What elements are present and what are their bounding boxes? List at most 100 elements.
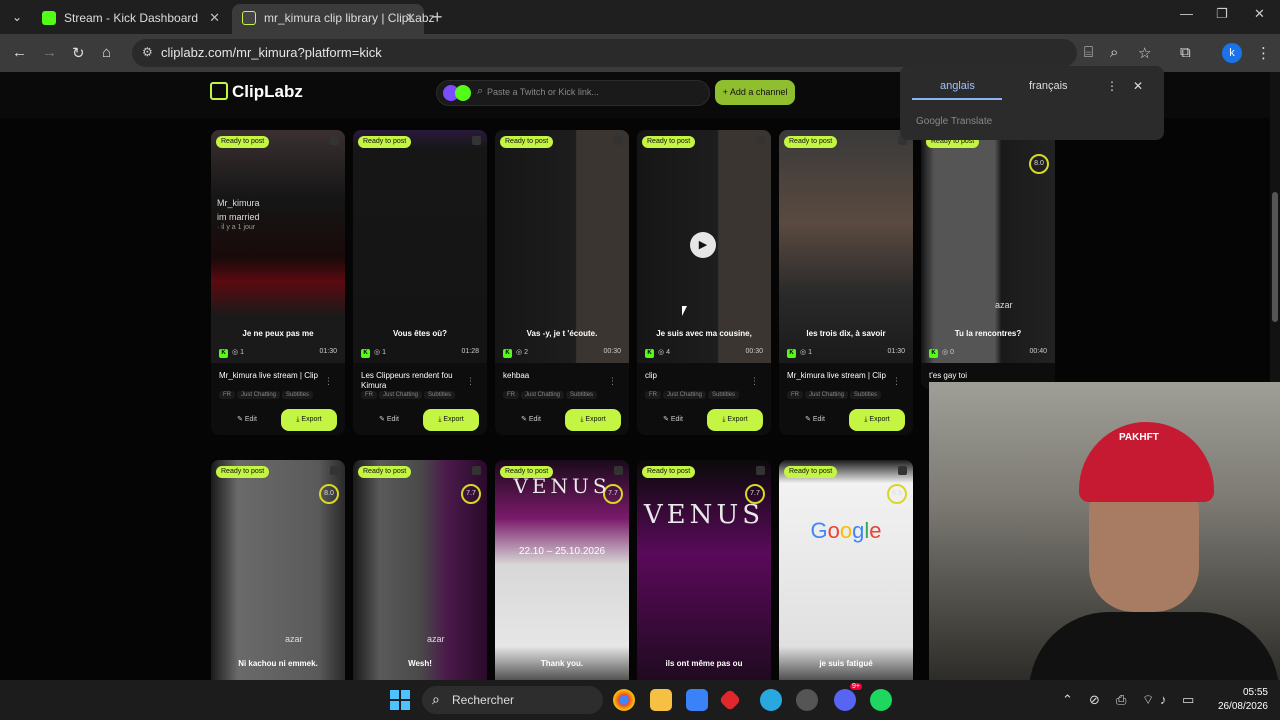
select-checkbox[interactable] [614, 136, 623, 145]
target-language-tab[interactable]: français [1029, 80, 1068, 92]
edit-button[interactable]: ✎ Edit [511, 409, 551, 431]
volume-icon[interactable]: ♪ [1160, 692, 1167, 707]
select-checkbox[interactable] [330, 136, 339, 145]
discord-badge: 9+ [850, 683, 862, 690]
more-options-icon[interactable]: ⋮ [324, 376, 333, 387]
edit-button[interactable]: ✎ Edit [795, 409, 835, 431]
bookmark-star-icon[interactable]: ☆ [1138, 44, 1151, 62]
ready-badge: Ready to post [358, 466, 412, 478]
app-blue-icon[interactable] [760, 689, 782, 711]
home-icon[interactable]: ⌂ [102, 44, 111, 61]
chrome-icon[interactable] [613, 689, 635, 711]
clip-thumbnail[interactable]: Ready to post 7.7 VENUS 22.10 – 25.10.20… [495, 460, 629, 680]
tab-search-button[interactable]: ⌄ [6, 6, 28, 28]
clip-card[interactable]: Ready to post ▶ Je suis avec ma cousine,… [637, 130, 771, 435]
close-window-icon[interactable]: ✕ [1254, 6, 1265, 22]
clip-card[interactable]: Ready to post Vous êtes où? K ◎ 1 01:28 L… [353, 130, 487, 435]
kick-icon: K [503, 349, 512, 358]
cliplabz-logo[interactable]: ClipLabz [210, 82, 303, 102]
clip-actions: ✎ Edit ⤓ Export [637, 401, 771, 435]
minimize-icon[interactable]: — [1180, 6, 1193, 21]
edit-button[interactable]: ✎ Edit [369, 409, 409, 431]
clip-thumbnail[interactable]: Ready to post Vas -y, je t 'écoute. K ◎ 2… [495, 130, 629, 363]
add-channel-button[interactable]: + Add a channel [715, 80, 795, 105]
clip-thumbnail[interactable]: Ready to post 8.0 azar Ni kachou ni emme… [211, 460, 345, 680]
restore-icon[interactable]: ❐ [1216, 6, 1228, 22]
menu-dots-icon[interactable]: ⋮ [1256, 44, 1271, 62]
export-button[interactable]: ⤓ Export [281, 409, 337, 431]
clip-card[interactable]: Ready to post 7.7 azar Wesh! [353, 460, 487, 680]
clip-thumbnail[interactable]: Ready to post 7.7 azar Wesh! [353, 460, 487, 680]
microphone-icon[interactable]: ⎙ [1116, 692, 1126, 708]
edit-button[interactable]: ✎ Edit [653, 409, 693, 431]
taskbar-search[interactable]: ⌕ Rechercher [422, 686, 603, 714]
clip-thumbnail[interactable]: Ready to post Vous êtes où? K ◎ 1 01:28 [353, 130, 487, 363]
more-options-icon[interactable]: ⋮ [466, 376, 475, 387]
site-info-icon[interactable]: ⚙ [142, 45, 153, 59]
select-checkbox[interactable] [472, 136, 481, 145]
export-button[interactable]: ⤓ Export [423, 409, 479, 431]
discord-icon[interactable]: 9+ [834, 683, 862, 711]
tab-kick-dashboard[interactable]: Stream - Kick Dashboard ✕ [32, 4, 228, 34]
link-search-input[interactable]: ⌕ Paste a Twitch or Kick link... [436, 80, 710, 106]
clip-card[interactable]: Ready to post 8.0 azar Ni kachou ni emme… [211, 460, 345, 680]
file-explorer-icon[interactable] [650, 689, 672, 711]
profile-avatar[interactable]: k [1222, 43, 1242, 63]
back-icon[interactable]: ← [12, 44, 27, 61]
scroll-thumb[interactable] [1272, 192, 1278, 322]
clip-thumbnail[interactable]: Ready to post 7.7 VENUS ils ont même pas… [637, 460, 771, 680]
address-bar[interactable]: ⚙ cliplabz.com/mr_kimura?platform=kick [132, 39, 1077, 67]
extensions-icon[interactable]: ⧉ [1180, 44, 1191, 61]
taskbar-clock[interactable]: 05:55 26/08/2026 [1212, 686, 1268, 714]
clip-thumbnail[interactable]: Ready to post 8.0 azar Tu la rencontres?… [921, 130, 1055, 363]
windows-taskbar: ⌕ Rechercher 9+ ⌃ ⊘ ⎙ ⌔ ♪ ▭ 05:55 26/08/20… [0, 680, 1280, 720]
clip-actions: ✎ Edit ⤓ Export [495, 401, 629, 435]
zoom-icon[interactable]: ⌕ [1110, 44, 1118, 61]
translate-icon[interactable]: ⌸ [1084, 44, 1093, 61]
more-options-icon[interactable]: ⋮ [1106, 79, 1118, 93]
source-language-tab[interactable]: anglais [940, 80, 975, 92]
new-tab-icon[interactable]: + [432, 7, 443, 28]
more-options-icon[interactable]: ⋮ [750, 376, 759, 387]
clip-card[interactable]: Ready to post 6.9 Google je suis fatigué [779, 460, 913, 680]
export-button[interactable]: ⤓ Export [707, 409, 763, 431]
clip-card[interactable]: Ready to post 7.7 VENUS 22.10 – 25.10.20… [495, 460, 629, 680]
tab-cliplabz[interactable]: mr_kimura clip library | ClipLabz ✕ [232, 4, 435, 34]
obs-icon[interactable] [796, 689, 818, 711]
clip-thumbnail[interactable]: Ready to post Mr_kimura im married · il … [211, 130, 345, 363]
select-checkbox[interactable] [898, 466, 907, 475]
reload-icon[interactable]: ↻ [72, 44, 85, 62]
battery-icon[interactable]: ▭ [1182, 692, 1194, 708]
close-icon[interactable]: ✕ [209, 4, 220, 32]
clip-thumbnail[interactable]: Ready to post 6.9 Google je suis fatigué [779, 460, 913, 680]
edit-button[interactable]: ✎ Edit [227, 409, 267, 431]
clip-card[interactable]: Ready to post 8.0 azar Tu la rencontres?… [921, 130, 1055, 389]
wifi-icon[interactable]: ⌔ [1142, 692, 1154, 708]
select-checkbox[interactable] [472, 466, 481, 475]
more-options-icon[interactable]: ⋮ [892, 376, 901, 387]
clip-card[interactable]: Ready to post les trois dix, à savoir K ◎… [779, 130, 913, 435]
clip-thumbnail[interactable]: Ready to post les trois dix, à savoir K ◎… [779, 130, 913, 363]
clip-card[interactable]: Ready to post 7.7 VENUS ils ont même pas… [637, 460, 771, 680]
search-icon: ⌕ [477, 85, 484, 97]
close-icon[interactable]: ✕ [1133, 79, 1143, 93]
clip-thumbnail[interactable]: Ready to post ▶ Je suis avec ma cousine,… [637, 130, 771, 363]
select-checkbox[interactable] [330, 466, 339, 475]
windows-start-icon[interactable] [390, 690, 410, 710]
clip-card[interactable]: Ready to post Mr_kimura im married · il … [211, 130, 345, 435]
select-checkbox[interactable] [756, 466, 765, 475]
play-icon[interactable]: ▶ [690, 232, 716, 258]
network-off-icon[interactable]: ⊘ [1089, 692, 1100, 708]
close-icon[interactable]: ✕ [405, 4, 416, 32]
export-label: Export [727, 416, 748, 423]
more-options-icon[interactable]: ⋮ [608, 376, 617, 387]
forward-icon[interactable]: → [42, 44, 57, 61]
store-icon[interactable] [686, 689, 708, 711]
clip-card[interactable]: Ready to post Vas -y, je t 'écoute. K ◎ 2… [495, 130, 629, 435]
app-red-icon[interactable] [718, 688, 742, 712]
export-button[interactable]: ⤓ Export [565, 409, 621, 431]
app-green-icon[interactable] [870, 689, 892, 711]
select-checkbox[interactable] [756, 136, 765, 145]
tray-chevron-icon[interactable]: ⌃ [1062, 692, 1073, 708]
export-button[interactable]: ⤓ Export [849, 409, 905, 431]
